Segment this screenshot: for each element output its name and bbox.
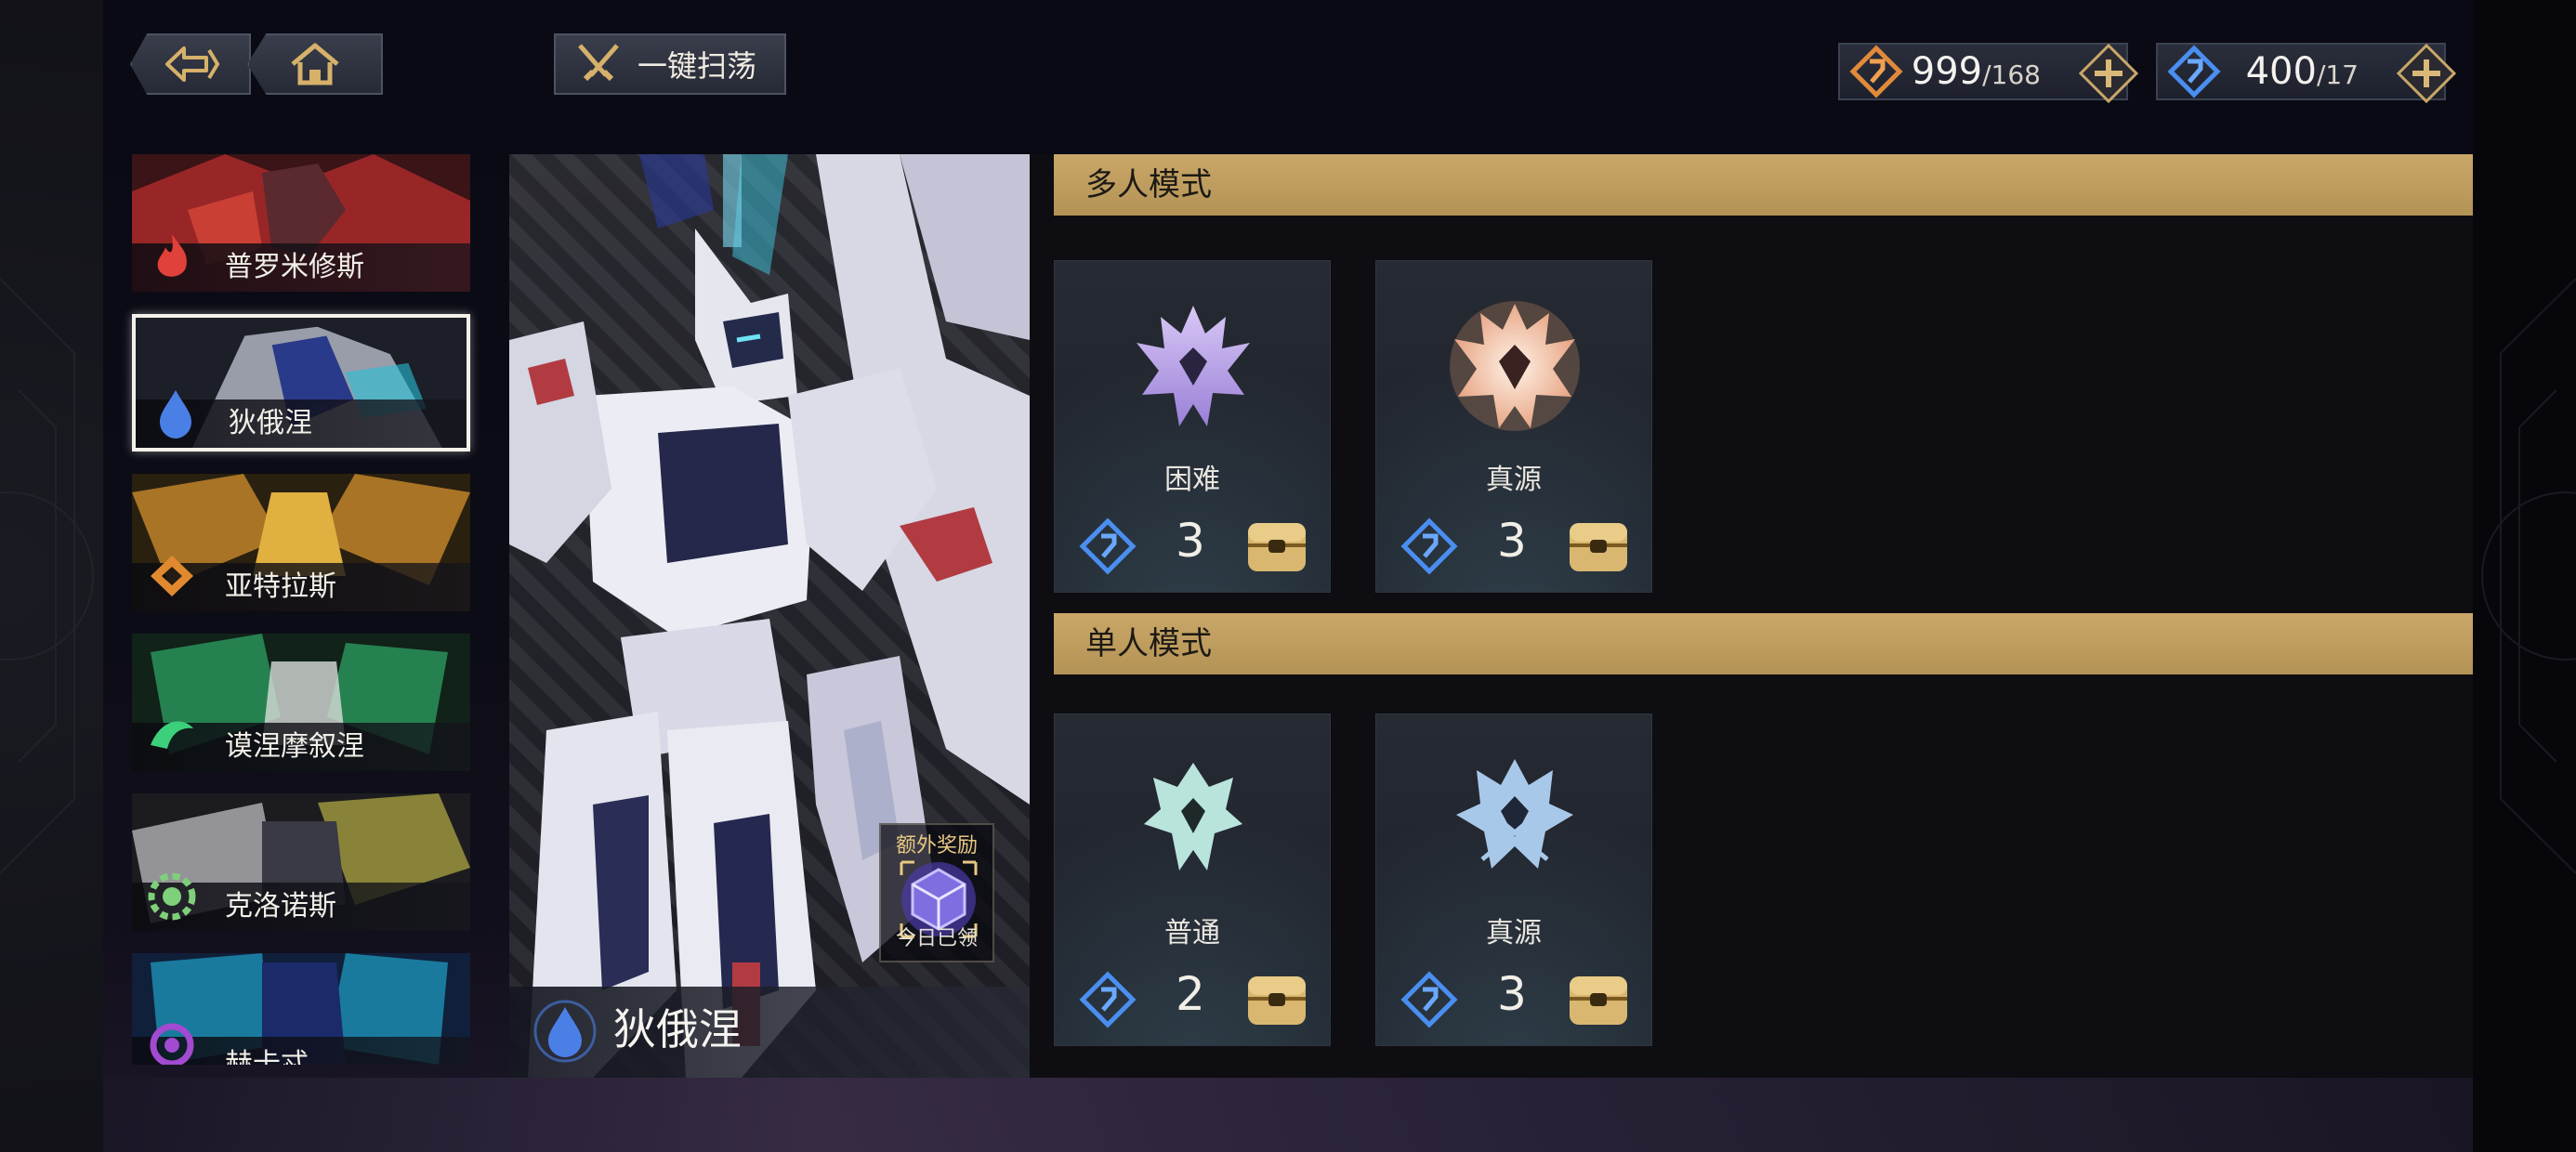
origin-difficulty-emblem-icon — [1450, 301, 1580, 431]
mech-name: 普罗米修斯 — [225, 251, 364, 283]
multi-mode-header: 多人模式 — [1054, 154, 2473, 216]
difficulty-name: 真源 — [1486, 917, 1542, 949]
blue-crystal-icon — [1079, 971, 1137, 1028]
fire-element-icon — [157, 234, 187, 277]
selected-mech-name: 狄俄涅 — [613, 1004, 742, 1054]
reward-chest-icon[interactable] — [1244, 971, 1309, 1028]
blue-crystal-icon — [1079, 517, 1137, 575]
normal-difficulty-emblem-icon — [1144, 763, 1242, 871]
one-click-sweep-button[interactable]: 一键扫荡 — [554, 33, 786, 95]
difficulty-card-origin[interactable]: 真源 3 — [1375, 260, 1652, 593]
mech-name: 克洛诺斯 — [225, 890, 336, 923]
add-gold-button[interactable] — [2078, 43, 2139, 104]
earth-element-icon — [151, 556, 193, 596]
reward-chest-icon[interactable] — [1566, 971, 1631, 1028]
home-icon — [291, 43, 339, 85]
difficulty-card-origin-single[interactable]: 真源 3 — [1375, 713, 1652, 1046]
gold-stamina-counter: 999/168 — [1838, 43, 2139, 104]
home-button[interactable] — [247, 33, 383, 95]
selected-mech-portrait: 额外奖励 今日已领 狄俄涅 — [509, 154, 1030, 1078]
blue-crystal-icon — [2167, 45, 2221, 98]
stamina-cost: 3 — [1497, 514, 1527, 568]
add-blue-button[interactable] — [2396, 43, 2457, 104]
left-decor — [0, 278, 94, 874]
hard-difficulty-emblem-icon — [1137, 306, 1250, 426]
mech-name: 赫卡忒 — [225, 1048, 309, 1065]
reward-chest-icon[interactable] — [1566, 517, 1631, 575]
gold-crystal-icon — [1849, 45, 1903, 98]
mech-item-kronos[interactable]: 克洛诺斯 — [132, 793, 470, 931]
mode-panel: 多人模式 困难 3 真源 3 单人模式 普通 2 真源 3 — [1030, 154, 2473, 1078]
dark-element-icon — [150, 1023, 194, 1065]
blue-crystal-icon — [1400, 971, 1458, 1028]
water-element-icon — [533, 1000, 597, 1063]
difficulty-name: 困难 — [1164, 464, 1220, 496]
back-arrow-icon — [165, 46, 220, 82]
blue-value: 400/17 — [2245, 50, 2359, 93]
right-decor — [2481, 278, 2576, 874]
wind-element-icon — [151, 721, 193, 749]
mech-item-prometheus[interactable]: 普罗米修斯 — [132, 154, 470, 292]
sweep-label: 一键扫荡 — [637, 48, 757, 84]
stamina-cost: 3 — [1497, 967, 1527, 1021]
mech-item-dione[interactable]: 狄俄涅 — [132, 314, 470, 452]
mech-name: 狄俄涅 — [229, 407, 312, 439]
reward-chest-icon[interactable] — [1244, 517, 1309, 575]
extra-reward-badge[interactable]: 额外奖励 今日已领 — [879, 823, 994, 962]
stamina-cost: 3 — [1176, 514, 1205, 568]
bonus-title: 额外奖励 — [895, 834, 978, 857]
difficulty-name: 真源 — [1486, 464, 1542, 496]
mech-item-mnemosyne[interactable]: 谟涅摩叙涅 — [132, 634, 470, 771]
difficulty-name: 普通 — [1164, 917, 1220, 949]
blue-crystal-icon — [1400, 517, 1458, 575]
gold-value: 999/168 — [1911, 50, 2041, 93]
difficulty-card-normal[interactable]: 普通 2 — [1054, 713, 1331, 1046]
bonus-status: 今日已领 — [895, 927, 978, 950]
mech-item-hecate[interactable]: 赫卡忒 — [132, 953, 470, 1065]
origin-difficulty-emblem-icon — [1456, 759, 1573, 869]
mech-item-atlas[interactable]: 亚特拉斯 — [132, 474, 470, 611]
stamina-cost: 2 — [1176, 967, 1205, 1021]
difficulty-card-hard[interactable]: 困难 3 — [1054, 260, 1331, 593]
water-element-icon — [160, 390, 191, 439]
mech-name: 谟涅摩叙涅 — [225, 730, 364, 763]
light-gear-element-icon — [148, 872, 196, 921]
crossed-swords-icon — [578, 44, 619, 82]
bottom-haze — [103, 1078, 2473, 1152]
mech-name: 亚特拉斯 — [225, 570, 336, 603]
back-button[interactable] — [130, 33, 251, 95]
single-mode-header: 单人模式 — [1054, 613, 2473, 674]
blue-stamina-counter: 400/17 — [2156, 43, 2457, 104]
